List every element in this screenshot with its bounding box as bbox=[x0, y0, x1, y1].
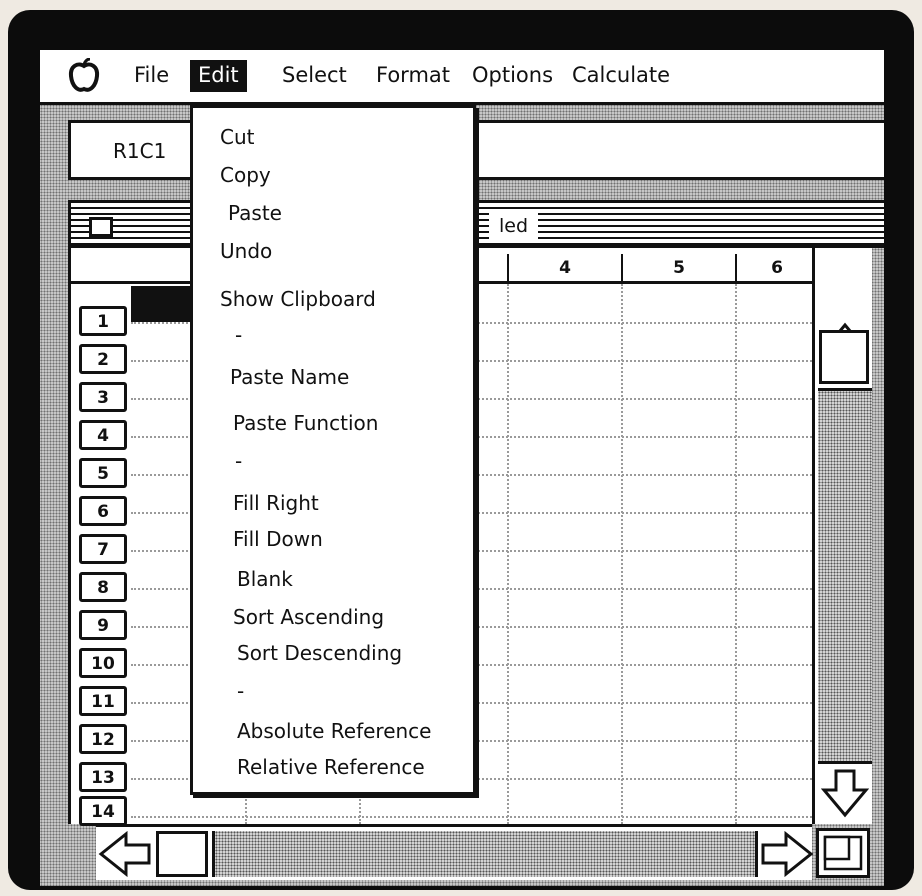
row-header-5[interactable]: 5 bbox=[79, 458, 127, 488]
grid-row-line bbox=[131, 816, 812, 818]
row-header-10[interactable]: 10 bbox=[79, 648, 127, 678]
row-header-14[interactable]: 14 bbox=[79, 796, 127, 826]
menu-item-sort-ascending[interactable]: Sort Ascending bbox=[233, 605, 384, 629]
menu-separator: - bbox=[235, 323, 243, 347]
menu-select[interactable]: Select bbox=[282, 62, 347, 88]
menu-item-paste-name[interactable]: Paste Name bbox=[230, 365, 349, 389]
row-header-12[interactable]: 12 bbox=[79, 724, 127, 754]
menu-item-relative-reference[interactable]: Relative Reference bbox=[237, 755, 425, 779]
horizontal-scrollbar[interactable] bbox=[96, 824, 814, 880]
vertical-scrollbar[interactable] bbox=[812, 248, 872, 824]
apple-icon[interactable] bbox=[68, 58, 100, 94]
horizontal-scroll-track[interactable] bbox=[212, 831, 758, 877]
menu-item-fill-right[interactable]: Fill Right bbox=[233, 491, 319, 515]
row-header-3[interactable]: 3 bbox=[79, 382, 127, 412]
row-header-6[interactable]: 6 bbox=[79, 496, 127, 526]
menu-item-paste[interactable]: Paste bbox=[228, 201, 282, 225]
column-header-6[interactable]: 6 bbox=[735, 254, 817, 282]
menu-format[interactable]: Format bbox=[376, 62, 450, 88]
column-header-5[interactable]: 5 bbox=[621, 254, 735, 282]
column-header-4[interactable]: 4 bbox=[507, 254, 621, 282]
row-header-9[interactable]: 9 bbox=[79, 610, 127, 640]
vertical-scroll-track[interactable] bbox=[818, 388, 872, 764]
monitor-bezel: File Edit Select Format Options Calculat… bbox=[8, 10, 914, 890]
grid-column-line bbox=[621, 284, 623, 824]
menu-item-copy[interactable]: Copy bbox=[220, 163, 271, 187]
vertical-scroll-thumb[interactable] bbox=[819, 330, 869, 384]
menu-item-blank[interactable]: Blank bbox=[237, 567, 293, 591]
sheet-title: led bbox=[489, 211, 539, 241]
row-header-2[interactable]: 2 bbox=[79, 344, 127, 374]
menu-item-undo[interactable]: Undo bbox=[220, 239, 272, 263]
menu-options[interactable]: Options bbox=[472, 62, 553, 88]
cell-reference: R1C1 bbox=[113, 139, 167, 163]
close-box-icon[interactable] bbox=[89, 217, 113, 237]
menu-item-sort-descending[interactable]: Sort Descending bbox=[237, 641, 402, 665]
grid-column-line bbox=[507, 284, 509, 824]
row-header-11[interactable]: 11 bbox=[79, 686, 127, 716]
arrow-left-icon[interactable] bbox=[98, 831, 152, 877]
grid-column-line bbox=[735, 284, 737, 824]
menu-item-absolute-reference[interactable]: Absolute Reference bbox=[237, 719, 431, 743]
row-header-13[interactable]: 13 bbox=[79, 762, 127, 792]
horizontal-scroll-thumb[interactable] bbox=[156, 831, 208, 877]
arrow-right-icon[interactable] bbox=[760, 831, 814, 877]
menu-calculate[interactable]: Calculate bbox=[572, 62, 670, 88]
menu-edit[interactable]: Edit bbox=[190, 60, 247, 92]
menu-item-fill-down[interactable]: Fill Down bbox=[233, 527, 323, 551]
resize-icon[interactable] bbox=[816, 828, 870, 878]
menu-separator: - bbox=[237, 679, 245, 703]
menu-item-cut[interactable]: Cut bbox=[220, 125, 254, 149]
menu-file[interactable]: File bbox=[134, 62, 169, 88]
menu-separator: - bbox=[235, 449, 243, 473]
screen: File Edit Select Format Options Calculat… bbox=[40, 50, 884, 886]
size-box-glyph bbox=[823, 835, 863, 871]
menu-item-show-clipboard[interactable]: Show Clipboard bbox=[220, 287, 376, 311]
row-header-7[interactable]: 7 bbox=[79, 534, 127, 564]
arrow-down-icon[interactable] bbox=[821, 768, 869, 818]
menu-bar: File Edit Select Format Options Calculat… bbox=[40, 50, 884, 105]
menu-item-paste-function[interactable]: Paste Function bbox=[233, 411, 378, 435]
row-header-4[interactable]: 4 bbox=[79, 420, 127, 450]
row-header-1[interactable]: 1 bbox=[79, 306, 127, 336]
row-header-8[interactable]: 8 bbox=[79, 572, 127, 602]
edit-menu-dropdown: Cut Copy Paste Undo Show Clipboard - Pas… bbox=[190, 105, 476, 795]
